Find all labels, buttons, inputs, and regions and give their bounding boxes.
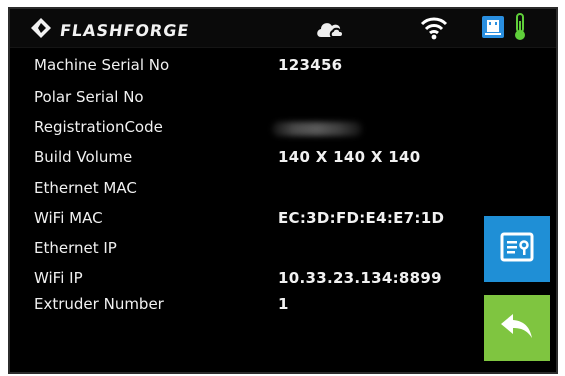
info-label: Polar Serial No <box>34 88 144 106</box>
info-label: Extruder Number <box>34 295 164 313</box>
info-label: WiFi MAC <box>34 209 103 227</box>
brand-logo: FLASHFORGE <box>30 17 191 43</box>
usb-device-icon[interactable] <box>482 16 504 42</box>
brand-name: FLASHFORGE <box>58 20 191 40</box>
info-row-wifi-ip: WiFi IP 10.33.23.134:8899 <box>10 269 480 295</box>
machine-info-list: Machine Serial No 123456 Polar Serial No… <box>10 49 480 369</box>
info-label: Build Volume <box>34 148 133 166</box>
cloud-icon[interactable] <box>315 18 349 44</box>
wifi-icon[interactable] <box>419 15 449 45</box>
info-value: EC:3D:FD:E4:E7:1D <box>278 209 445 227</box>
info-card-icon <box>500 232 534 266</box>
info-row-wifi-mac: WiFi MAC EC:3D:FD:E4:E7:1D <box>10 209 480 235</box>
redacted-value <box>272 122 362 136</box>
flashforge-logo-icon <box>30 17 52 43</box>
info-row-registration-code: RegistrationCode <box>10 118 480 144</box>
back-button[interactable] <box>484 295 550 361</box>
info-label: Ethernet MAC <box>34 179 137 197</box>
info-value: 10.33.23.134:8899 <box>278 269 442 287</box>
info-value: 1 <box>278 295 289 313</box>
printer-screen: FLASHFORGE Machine Serial No 123456 Pola… <box>8 7 558 374</box>
thermometer-icon[interactable] <box>513 13 527 45</box>
info-label: Machine Serial No <box>34 56 170 74</box>
status-bar: FLASHFORGE <box>10 9 556 48</box>
info-row-ethernet-ip: Ethernet IP <box>10 239 480 265</box>
info-value: 123456 <box>278 56 343 74</box>
info-row-polar-serial: Polar Serial No <box>10 88 480 114</box>
info-value: 140 X 140 X 140 <box>278 148 421 166</box>
info-label: WiFi IP <box>34 269 83 287</box>
info-label: Ethernet IP <box>34 239 117 257</box>
back-arrow-icon <box>499 311 535 345</box>
info-label: RegistrationCode <box>34 118 163 136</box>
info-row-build-volume: Build Volume 140 X 140 X 140 <box>10 148 480 174</box>
info-card-button[interactable] <box>484 216 550 282</box>
info-row-ethernet-mac: Ethernet MAC <box>10 179 480 205</box>
info-row-machine-serial: Machine Serial No 123456 <box>10 56 480 82</box>
info-row-extruder-number: Extruder Number 1 <box>10 295 480 321</box>
